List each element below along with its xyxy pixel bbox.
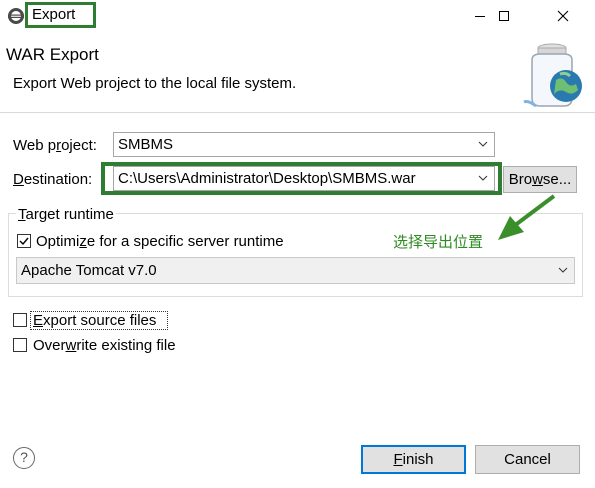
eclipse-icon (7, 7, 25, 25)
runtime-combo[interactable]: Apache Tomcat v7.0 (16, 257, 575, 284)
finish-button[interactable]: Finish (361, 445, 466, 474)
target-runtime-label: Target runtime (16, 206, 116, 223)
optimize-label[interactable]: Optimize for a specific server runtime (36, 233, 284, 250)
cancel-button[interactable]: Cancel (475, 445, 580, 474)
destination-label: Destination: (13, 171, 93, 188)
optimize-checkbox[interactable] (17, 234, 31, 248)
browse-button[interactable]: Browse... (503, 166, 577, 193)
annotation-arrow-icon (498, 194, 556, 240)
maximize-button[interactable] (481, 0, 527, 32)
runtime-value: Apache Tomcat v7.0 (21, 262, 157, 279)
web-project-value: SMBMS (118, 136, 174, 153)
destination-highlight-box (101, 162, 502, 195)
overwrite-label[interactable]: Overwrite existing file (33, 337, 176, 354)
web-project-combo[interactable]: SMBMS (113, 132, 495, 157)
jar-globe-icon (518, 40, 590, 112)
window-title: Export (32, 6, 76, 23)
question-icon[interactable]: ? (13, 447, 35, 469)
checkmark-icon (19, 237, 29, 246)
close-button[interactable] (540, 0, 586, 32)
web-project-label: Web project: (13, 137, 97, 154)
wizard-title: WAR Export (6, 45, 99, 64)
chevron-down-icon (558, 267, 568, 273)
export-source-checkbox[interactable] (13, 313, 27, 327)
overwrite-checkbox[interactable] (13, 338, 27, 352)
title-bar: Export (0, 0, 595, 32)
banner-separator (0, 112, 595, 113)
export-source-label[interactable]: Export source files (33, 312, 156, 329)
wizard-banner: WAR Export Export Web project to the loc… (0, 32, 595, 112)
chevron-down-icon (478, 141, 488, 147)
maximize-icon (499, 11, 509, 21)
wizard-description: Export Web project to the local file sys… (13, 75, 297, 92)
close-icon (557, 10, 569, 22)
annotation-text: 选择导出位置 (393, 233, 484, 251)
